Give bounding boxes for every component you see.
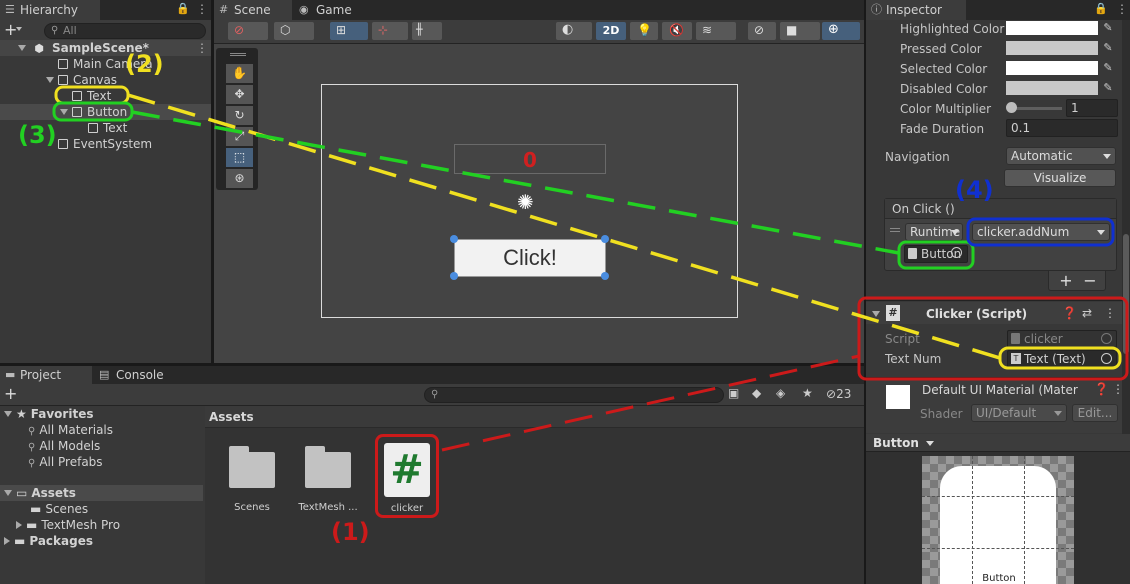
textnum-highlight — [998, 346, 1122, 370]
onclick-function-highlight — [966, 217, 1115, 247]
onclick-object-highlight — [897, 240, 975, 270]
annotation-3: (3) — [18, 121, 57, 149]
hierarchy-text-highlight — [54, 85, 130, 105]
hierarchy-button-highlight — [52, 101, 134, 122]
red-connector — [441, 354, 860, 452]
annotation-2: (2) — [125, 50, 164, 78]
annotation-overlay — [52, 85, 1129, 452]
annotation-1: (1) — [331, 518, 370, 546]
annotation-4: (4) — [955, 176, 994, 204]
green-connector — [131, 110, 900, 255]
